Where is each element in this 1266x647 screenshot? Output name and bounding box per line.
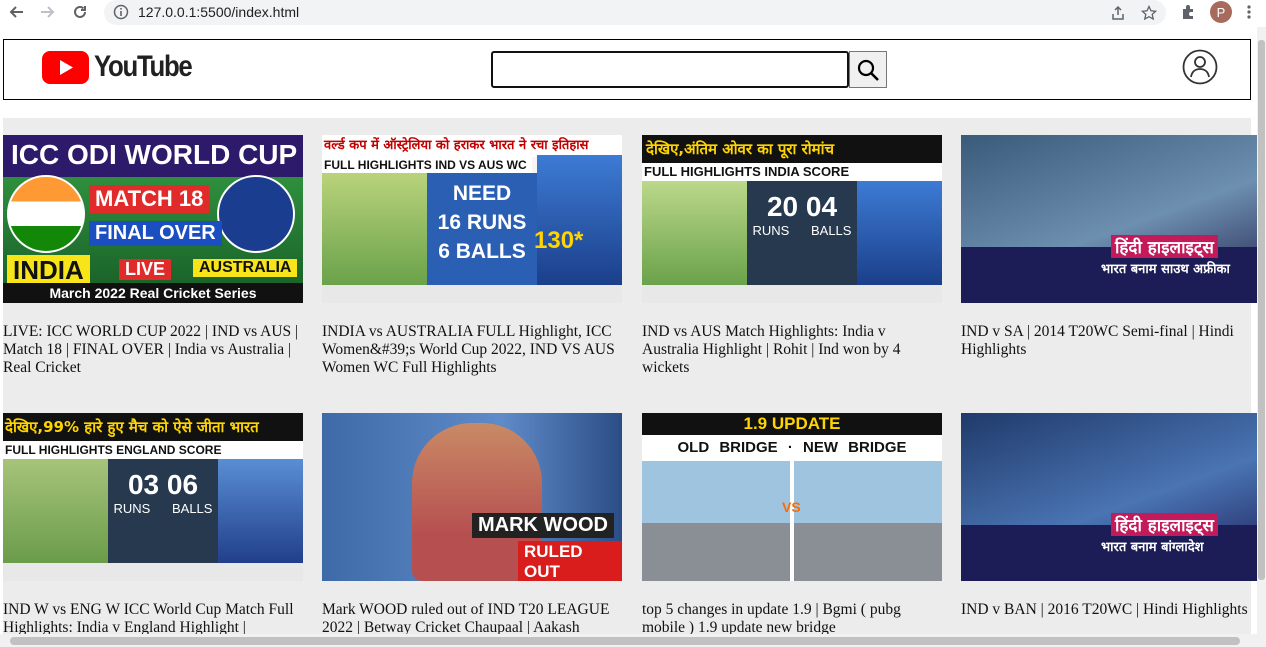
thumb-score-panel: NEED 16 RUNS 6 BALLS — [427, 173, 537, 285]
forward-arrow-icon[interactable] — [38, 3, 56, 21]
video-thumbnail[interactable]: MARK WOOD RULED OUT — [322, 413, 622, 581]
thumb-text: FULL HIGHLIGHTS ENGLAND SCORE — [3, 441, 303, 459]
thumb-text: 03 — [127, 469, 160, 500]
url-text[interactable]: 127.0.0.1:5500/index.html — [138, 4, 299, 20]
thumb-text: 06 — [166, 469, 199, 500]
thumb-text: 20 — [766, 191, 799, 222]
india-flag-icon — [7, 175, 85, 253]
thumb-text: भारत बनाम बांग्लादेश — [1101, 540, 1204, 555]
thumb-text: देखिए,अंतिम ओवर का पूरा रोमांच — [642, 135, 942, 163]
search-icon — [857, 59, 879, 81]
reload-icon[interactable] — [71, 3, 89, 21]
video-title[interactable]: IND W vs ENG W ICC World Cup Match Full … — [3, 601, 303, 637]
thumb-text: 16 RUNS — [437, 211, 527, 234]
thumb-text: FULL HIGHLIGHTS INDIA SCORE — [642, 163, 942, 181]
video-card[interactable]: वर्ल्ड कप में ऑस्ट्रेलिया को हराकर भारत … — [322, 135, 622, 377]
video-title[interactable]: Mark WOOD ruled out of IND T20 LEAGUE 20… — [322, 601, 622, 637]
video-thumbnail[interactable]: ICC ODI WORLD CUP MATCH 18 FINAL OVER IN… — [3, 135, 303, 303]
address-bar[interactable]: 127.0.0.1:5500/index.html — [104, 0, 1166, 25]
thumb-text: BALLS — [810, 223, 852, 238]
thumb-text: भारत बनाम साउथ अफ्रीका — [1101, 262, 1230, 277]
video-card[interactable]: 1.9 UPDATE OLD BRIDGE · NEW BRIDGE VS to… — [642, 413, 942, 637]
logo-text: YouTube — [94, 50, 193, 83]
thumb-text: VS — [782, 499, 801, 515]
site-header: YouTube — [3, 39, 1251, 100]
video-card[interactable]: MARK WOOD RULED OUT Mark WOOD ruled out … — [322, 413, 622, 637]
thumb-text: MATCH 18 — [89, 185, 210, 213]
more-menu-icon[interactable] — [1246, 4, 1252, 25]
thumb-text: AUSTRALIA — [193, 259, 298, 277]
thumb-image — [218, 459, 303, 563]
youtube-logo[interactable]: YouTube — [42, 50, 207, 84]
thumb-text: FULL HIGHLIGHTS IND VS AUS WC — [322, 157, 532, 173]
thumb-text: RUNS — [752, 223, 790, 238]
thumb-score-panel: 03 06 RUNS BALLS — [108, 459, 218, 563]
thumb-scoreboard — [322, 285, 622, 303]
thumb-text: ICC ODI WORLD CUP — [3, 135, 303, 177]
extensions-icon[interactable] — [1180, 3, 1198, 26]
video-grid: ICC ODI WORLD CUP MATCH 18 FINAL OVER IN… — [3, 118, 1258, 638]
video-title[interactable]: IND v SA | 2014 T20WC Semi-final | Hindi… — [961, 323, 1261, 359]
thumb-text: BALLS — [171, 501, 213, 516]
browser-toolbar: 127.0.0.1:5500/index.html P — [0, 0, 1266, 26]
video-card[interactable]: ICC ODI WORLD CUP MATCH 18 FINAL OVER IN… — [3, 135, 303, 377]
thumb-text: MARK WOOD — [472, 513, 614, 538]
video-thumbnail[interactable]: हिंदी हाइलाइट्स भारत बनाम बांग्लादेश — [961, 413, 1258, 581]
thumb-image — [642, 181, 747, 285]
video-title[interactable]: LIVE: ICC WORLD CUP 2022 | IND vs AUS | … — [3, 323, 303, 377]
video-title[interactable]: top 5 changes in update 1.9 | Bgmi ( pub… — [642, 601, 942, 637]
thumb-text: 130* — [534, 227, 584, 254]
video-thumbnail[interactable]: वर्ल्ड कप में ऑस्ट्रेलिया को हराकर भारत … — [322, 135, 622, 303]
thumb-text: देखिए,99% हारे हुए मैच को ऐसे जीता भारत — [3, 413, 303, 441]
video-title[interactable]: INDIA vs AUSTRALIA FULL Highlight, ICC W… — [322, 323, 622, 377]
thumb-text: NEED — [452, 182, 512, 205]
video-title[interactable]: IND vs AUS Match Highlights: India v Aus… — [642, 323, 942, 377]
thumb-image — [857, 181, 942, 285]
youtube-play-icon — [42, 50, 89, 84]
thumb-text: OLD BRIDGE · NEW BRIDGE — [642, 435, 942, 461]
video-thumbnail[interactable]: देखिए,99% हारे हुए मैच को ऐसे जीता भारत … — [3, 413, 303, 581]
video-card[interactable]: देखिए,अंतिम ओवर का पूरा रोमांच FULL HIGH… — [642, 135, 942, 377]
thumb-text: 1.9 UPDATE — [642, 413, 942, 435]
horizontal-scroll-thumb[interactable] — [10, 637, 1240, 645]
bookmark-star-icon[interactable] — [1139, 3, 1159, 23]
thumb-text: RULED OUT — [518, 541, 622, 581]
share-icon[interactable] — [1108, 3, 1128, 23]
thumb-scoreboard — [3, 563, 303, 581]
thumb-text: वर्ल्ड कप में ऑस्ट्रेलिया को हराकर भारत … — [322, 135, 622, 157]
thumb-text: हिंदी हाइलाइट्स — [1111, 235, 1218, 258]
thumb-text: हिंदी हाइलाइट्स — [1111, 513, 1218, 536]
video-thumbnail[interactable]: 1.9 UPDATE OLD BRIDGE · NEW BRIDGE VS — [642, 413, 942, 581]
search-button[interactable] — [849, 51, 887, 88]
search-input[interactable] — [491, 51, 849, 88]
video-card[interactable]: हिंदी हाइलाइट्स भारत बनाम बांग्लादेश IND… — [961, 413, 1258, 619]
vertical-scroll-thumb[interactable] — [1258, 40, 1265, 580]
video-thumbnail[interactable]: देखिए,अंतिम ओवर का पूरा रोमांच FULL HIGH… — [642, 135, 942, 303]
account-icon[interactable] — [1182, 49, 1218, 90]
thumb-text: 04 — [805, 191, 838, 222]
thumb-text: March 2022 Real Cricket Series — [3, 283, 303, 303]
thumb-image — [3, 459, 108, 563]
thumb-text: 6 BALLS — [438, 240, 526, 263]
thumb-scoreboard — [642, 285, 942, 303]
video-thumbnail[interactable]: हिंदी हाइलाइट्स भारत बनाम साउथ अफ्रीका — [961, 135, 1258, 303]
thumb-text: INDIA — [7, 255, 90, 286]
thumb-text: LIVE — [119, 259, 172, 280]
video-card[interactable]: हिंदी हाइलाइट्स भारत बनाम साउथ अफ्रीका I… — [961, 135, 1258, 359]
thumb-text: RUNS — [113, 501, 151, 516]
back-arrow-icon[interactable] — [8, 3, 26, 21]
profile-avatar[interactable]: P — [1210, 1, 1232, 23]
video-card[interactable]: देखिए,99% हारे हुए मैच को ऐसे जीता भारत … — [3, 413, 303, 637]
video-title[interactable]: IND v BAN | 2016 T20WC | Hindi Highlight… — [961, 601, 1261, 619]
thumb-image — [322, 173, 427, 285]
thumb-image — [537, 155, 622, 285]
australia-flag-icon — [217, 175, 295, 253]
thumb-text: FINAL OVER — [89, 221, 222, 246]
thumb-score-panel: 20 04 RUNS BALLS — [747, 181, 857, 285]
thumb-divider — [790, 461, 794, 581]
info-icon[interactable] — [113, 4, 129, 25]
